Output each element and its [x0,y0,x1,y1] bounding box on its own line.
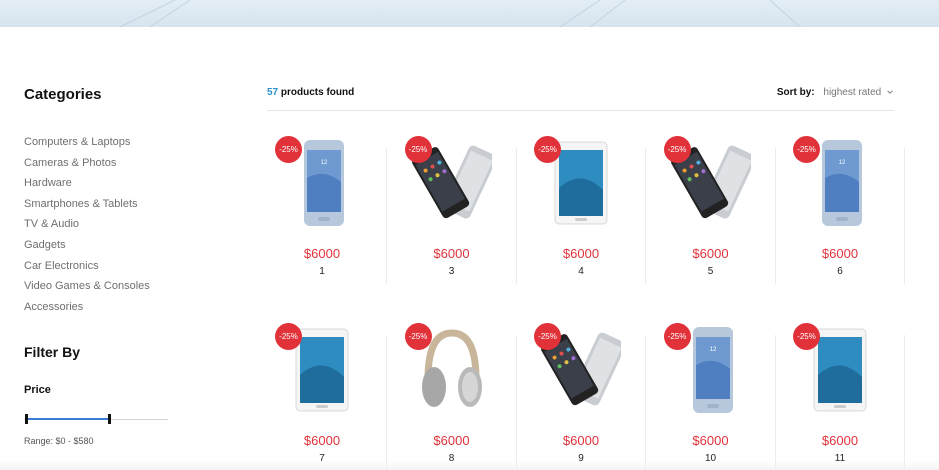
product-card[interactable]: -25% $6000 5 [646,130,776,284]
product-card[interactable]: -25% $6000 8 [387,317,517,470]
products-count: 57 [267,87,279,98]
discount-badge: -25% [793,323,820,350]
product-name[interactable]: 7 [257,453,387,464]
product-price: $6000 [562,433,600,448]
discount-badge: -25% [663,323,691,350]
discount-badge: -25% [404,323,432,350]
svg-text:12: 12 [321,160,328,166]
product-card[interactable]: 12 -25% $6000 10 [646,317,776,470]
categories-title: Categories [24,86,102,103]
product-card[interactable]: -25% $6000 7 [257,317,387,470]
product-price: $6000 [821,433,859,448]
product-price: $6000 [821,246,859,261]
results-toolbar: 57 products found Sort by: highest rated [267,84,894,111]
sort-control: Sort by: highest rated [777,87,894,98]
products-found: 57 products found [267,87,354,98]
product-price: $6000 [692,433,729,448]
slider-min-handle[interactable] [25,414,28,424]
product-name[interactable]: 6 [775,266,905,277]
discount-badge: -25% [793,136,820,163]
product-price: $6000 [562,246,600,261]
hero-banner-pattern [119,0,801,27]
product-name[interactable]: 3 [387,266,517,277]
category-link[interactable]: Car Electronics [24,256,184,277]
product-price: $6000 [433,246,470,261]
discount-badge: -25% [275,136,302,163]
product-price: $6000 [303,246,341,261]
product-name[interactable]: 5 [646,266,776,277]
discount-badge: -25% [275,323,302,350]
category-link[interactable]: TV & Audio [24,214,184,235]
category-link[interactable]: Accessories [24,297,184,318]
category-link[interactable]: Smartphones & Tablets [24,194,184,215]
category-link[interactable]: Cameras & Photos [24,153,184,174]
sort-value: highest rated [823,87,882,98]
sort-label: Sort by: [776,87,815,98]
slider-fill [25,418,108,420]
card-divider [904,335,905,470]
product-card[interactable]: 12 -25% $6000 6 [775,130,905,284]
product-price: $6000 [303,433,341,448]
svg-text:12: 12 [839,160,846,166]
hero-banner [0,0,939,27]
product-price: $6000 [692,246,729,261]
discount-badge: -25% [404,136,432,163]
chevron-down-icon [887,90,893,95]
filter-by-title: Filter By [24,344,81,360]
product-name[interactable]: 4 [516,266,646,277]
sidebar: Categories Computers & Laptops Cameras & … [24,80,184,446]
category-list: Computers & Laptops Cameras & Photos Hardw… [24,132,184,317]
product-price: $6000 [433,433,470,448]
product-name[interactable]: 1 [257,266,387,277]
svg-text:12: 12 [709,347,716,353]
sort-dropdown[interactable]: highest rated [823,87,894,98]
product-card[interactable]: -25% $6000 4 [516,130,646,284]
category-link[interactable]: Hardware [24,173,184,194]
product-card[interactable]: 12 -25% $6000 1 [257,130,387,284]
product-name[interactable]: 8 [387,453,517,464]
product-name[interactable]: 9 [516,453,646,464]
product-name[interactable]: 11 [775,453,905,464]
card-divider [904,148,905,284]
category-link[interactable]: Computers & Laptops [24,132,184,153]
product-card[interactable]: -25% $6000 3 [387,130,517,284]
price-range-text: Range: $0 - $580 [24,436,94,446]
discount-badge: -25% [534,136,561,163]
category-link[interactable]: Gadgets [24,235,184,256]
slider-max-handle[interactable] [108,414,111,424]
products-found-suffix: products found [278,87,355,98]
product-card[interactable]: -25% $6000 9 [516,317,646,470]
product-name[interactable]: 10 [646,453,776,464]
discount-badge: -25% [663,136,691,163]
product-card[interactable]: -25% $6000 11 [775,317,905,470]
category-link[interactable]: Video Games & Consoles [24,276,184,297]
discount-badge: -25% [534,323,561,350]
price-range-slider[interactable] [24,410,168,430]
price-filter-label: Price [24,384,51,396]
